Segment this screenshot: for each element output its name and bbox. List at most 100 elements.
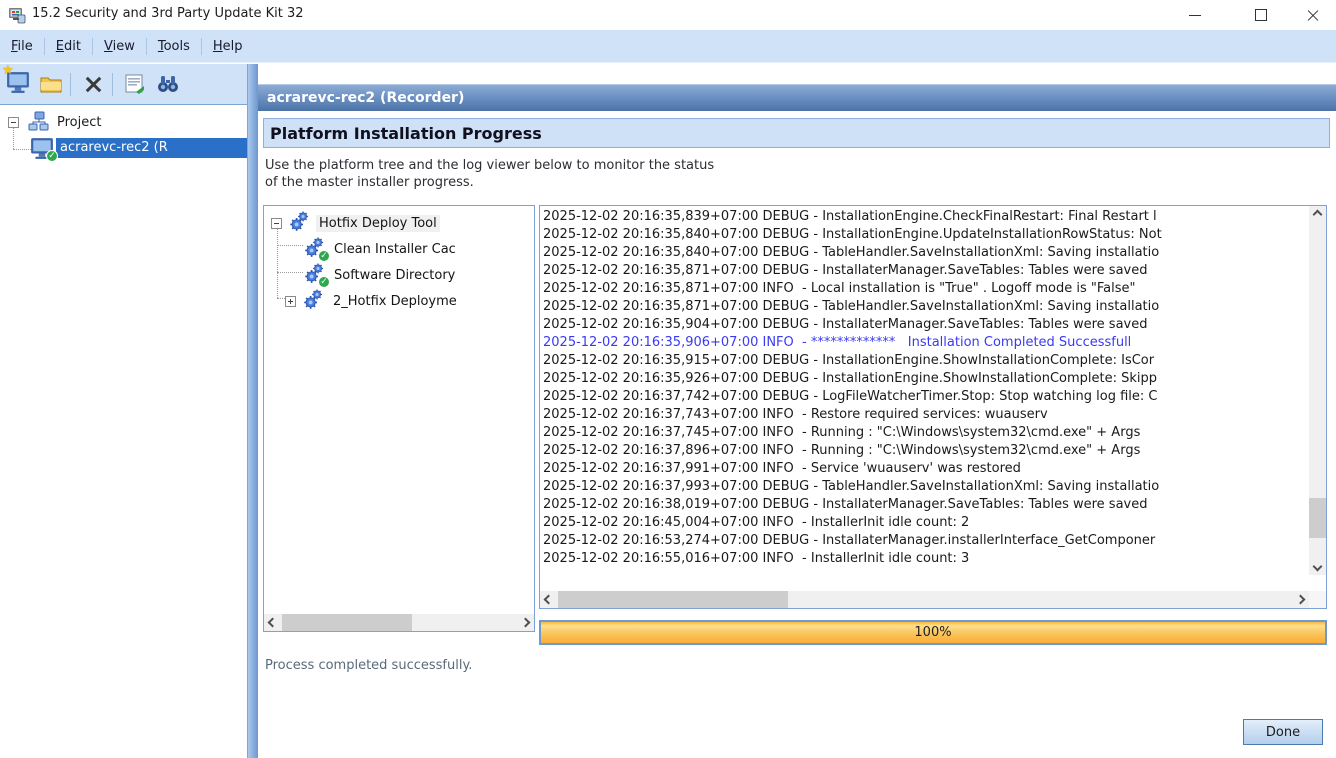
log-lines: 2025-12-02 20:16:35,839+07:00 DEBUG - In… bbox=[543, 208, 1306, 588]
properties-button[interactable] bbox=[120, 69, 150, 99]
tree-connector bbox=[277, 245, 303, 246]
delete-x-icon bbox=[84, 75, 102, 93]
log-line: 2025-12-02 20:16:37,991+07:00 INFO - Ser… bbox=[543, 460, 1306, 478]
tree-connector bbox=[277, 272, 303, 273]
log-line: 2025-12-02 20:16:35,839+07:00 DEBUG - In… bbox=[543, 208, 1306, 226]
log-line: 2025-12-02 20:16:37,993+07:00 DEBUG - Ta… bbox=[543, 478, 1306, 496]
panel-splitter[interactable] bbox=[247, 64, 258, 758]
menu-item-tools[interactable]: Tools bbox=[147, 39, 201, 54]
project-explorer-panel: ★ bbox=[0, 64, 247, 758]
menubar: File Edit View Tools Help bbox=[0, 30, 1336, 63]
scrollbar-corner bbox=[1309, 591, 1326, 608]
binoculars-icon bbox=[156, 72, 180, 96]
status-text: Process completed successfully. bbox=[265, 658, 472, 673]
done-button-label: Done bbox=[1266, 725, 1300, 740]
tree-connector bbox=[277, 226, 278, 298]
properties-icon bbox=[123, 72, 147, 96]
menu-item-help[interactable]: Help bbox=[202, 39, 254, 54]
expand-expander-icon[interactable] bbox=[285, 296, 296, 307]
toolbar-separator bbox=[70, 73, 71, 96]
org-chart-icon bbox=[27, 110, 51, 134]
log-viewer-panel: 2025-12-02 20:16:35,839+07:00 DEBUG - In… bbox=[539, 205, 1327, 609]
scroll-left-button[interactable] bbox=[264, 614, 281, 631]
menu-item-edit[interactable]: Edit bbox=[45, 39, 92, 54]
log-line: 2025-12-02 20:16:37,742+07:00 DEBUG - Lo… bbox=[543, 388, 1306, 406]
scroll-right-button[interactable] bbox=[517, 614, 534, 631]
log-line: 2025-12-02 20:16:35,840+07:00 DEBUG - Ta… bbox=[543, 244, 1306, 262]
tree-item-2-hotfix-deployment[interactable]: 2_Hotfix Deployme bbox=[285, 288, 460, 314]
tree-item-hotfix-deploy-tool[interactable]: Hotfix Deploy Tool bbox=[271, 210, 440, 236]
tree-connector bbox=[13, 149, 31, 150]
menu-item-view[interactable]: View bbox=[93, 39, 146, 54]
log-line: 2025-12-02 20:16:53,274+07:00 DEBUG - In… bbox=[543, 532, 1306, 550]
log-line: 2025-12-02 20:16:37,745+07:00 INFO - Run… bbox=[543, 424, 1306, 442]
project-toolbar: ★ bbox=[0, 64, 247, 105]
success-badge-icon: ✓ bbox=[46, 150, 58, 162]
scroll-up-button[interactable] bbox=[1309, 206, 1326, 223]
log-line: 2025-12-02 20:16:37,896+07:00 INFO - Run… bbox=[543, 442, 1306, 460]
minimize-button[interactable] bbox=[1172, 0, 1218, 30]
log-line: 2025-12-02 20:16:55,016+07:00 INFO - Ins… bbox=[543, 550, 1306, 568]
tree-item-label: Clean Installer Cac bbox=[331, 241, 459, 258]
section-title-bar: Platform Installation Progress bbox=[263, 118, 1330, 148]
platform-tree-panel: Hotfix Deploy Tool ✓ Clean Installer Cac… bbox=[263, 205, 535, 632]
log-line: 2025-12-02 20:16:35,915+07:00 DEBUG - In… bbox=[543, 352, 1306, 370]
tree-item-label: 2_Hotfix Deployme bbox=[330, 293, 460, 310]
project-tree: Project ✓ acrarevc-rec2 (R bbox=[0, 105, 247, 758]
open-folder-button[interactable] bbox=[36, 69, 66, 99]
tree-item-label: Software Directory bbox=[331, 267, 458, 284]
log-line: 2025-12-02 20:16:35,871+07:00 DEBUG - Ta… bbox=[543, 298, 1306, 316]
description-text: Use the platform tree and the log viewer… bbox=[265, 157, 714, 191]
gears-icon bbox=[302, 289, 326, 313]
tree-item-clean-installer-cache[interactable]: ✓ Clean Installer Cac bbox=[303, 236, 459, 262]
log-h-scrollbar[interactable] bbox=[540, 591, 1309, 608]
close-button[interactable] bbox=[1290, 0, 1336, 30]
log-line: 2025-12-02 20:16:35,871+07:00 INFO - Loc… bbox=[543, 280, 1306, 298]
log-line: 2025-12-02 20:16:35,926+07:00 DEBUG - In… bbox=[543, 370, 1306, 388]
tree-item-recorder[interactable]: ✓ acrarevc-rec2 (R bbox=[30, 137, 247, 159]
find-button[interactable] bbox=[153, 69, 183, 99]
window-titlebar: 15.2 Security and 3rd Party Update Kit 3… bbox=[0, 0, 1336, 30]
gears-icon bbox=[288, 211, 312, 235]
scroll-down-button[interactable] bbox=[1309, 558, 1326, 575]
log-line: 2025-12-02 20:16:35,904+07:00 DEBUG - In… bbox=[543, 316, 1306, 334]
tree-item-software-directory[interactable]: ✓ Software Directory bbox=[303, 262, 458, 288]
delete-button[interactable] bbox=[78, 69, 108, 99]
tree-item-project[interactable]: Project bbox=[8, 111, 101, 133]
section-title-text: Platform Installation Progress bbox=[270, 124, 542, 143]
content-header-title: acrarevc-rec2 (Recorder) bbox=[267, 90, 464, 106]
platform-tree-h-scrollbar[interactable] bbox=[264, 614, 534, 631]
scroll-left-button[interactable] bbox=[540, 591, 557, 608]
menu-item-file[interactable]: File bbox=[0, 39, 44, 54]
done-button[interactable]: Done bbox=[1243, 719, 1323, 745]
log-line: 2025-12-02 20:16:45,004+07:00 INFO - Ins… bbox=[543, 514, 1306, 532]
success-badge-icon: ✓ bbox=[318, 250, 330, 262]
progress-label: 100% bbox=[914, 625, 951, 640]
log-line: 2025-12-02 20:16:35,871+07:00 DEBUG - In… bbox=[543, 262, 1306, 280]
folder-icon bbox=[39, 72, 63, 96]
log-line: 2025-12-02 20:16:37,743+07:00 INFO - Res… bbox=[543, 406, 1306, 424]
maximize-button[interactable] bbox=[1238, 0, 1284, 30]
log-line: 2025-12-02 20:16:35,840+07:00 DEBUG - In… bbox=[543, 226, 1306, 244]
log-v-scrollbar[interactable] bbox=[1309, 206, 1326, 575]
scrollbar-thumb[interactable] bbox=[558, 591, 788, 608]
window-title: 15.2 Security and 3rd Party Update Kit 3… bbox=[32, 6, 304, 21]
star-icon: ★ bbox=[2, 63, 14, 78]
log-line: 2025-12-02 20:16:35,906+07:00 INFO - ***… bbox=[543, 334, 1306, 352]
scrollbar-thumb[interactable] bbox=[1309, 498, 1326, 538]
scroll-right-button[interactable] bbox=[1292, 591, 1309, 608]
tree-item-label-selected: acrarevc-rec2 (R bbox=[56, 138, 247, 158]
success-badge-icon: ✓ bbox=[318, 276, 330, 288]
progress-bar: 100% bbox=[539, 620, 1327, 645]
app-icon bbox=[8, 6, 26, 24]
tree-item-label: Project bbox=[57, 115, 101, 130]
collapse-expander-icon[interactable] bbox=[271, 218, 282, 229]
scrollbar-thumb[interactable] bbox=[282, 614, 412, 631]
collapse-expander-icon[interactable] bbox=[8, 117, 19, 128]
tree-item-label: Hotfix Deploy Tool bbox=[316, 215, 440, 232]
toolbar-separator bbox=[112, 73, 113, 96]
content-header: acrarevc-rec2 (Recorder) bbox=[258, 84, 1336, 111]
new-recorder-button[interactable]: ★ bbox=[3, 69, 33, 99]
main-content: acrarevc-rec2 (Recorder) Platform Instal… bbox=[258, 64, 1336, 758]
log-line: 2025-12-02 20:16:38,019+07:00 DEBUG - In… bbox=[543, 496, 1306, 514]
